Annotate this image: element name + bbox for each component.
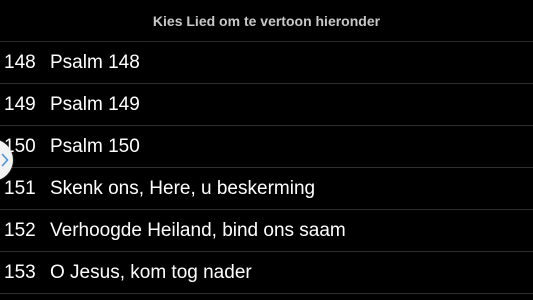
song-number: 153 bbox=[4, 261, 36, 283]
list-item[interactable]: 153 O Jesus, kom tog nader bbox=[0, 252, 533, 294]
header: Kies Lied om te vertoon hieronder bbox=[0, 0, 533, 42]
song-list-screen: Kies Lied om te vertoon hieronder 148 Ps… bbox=[0, 0, 533, 300]
song-number: 151 bbox=[4, 177, 36, 199]
song-title: O Jesus, kom tog nader bbox=[50, 261, 252, 283]
page-title: Kies Lied om te vertoon hieronder bbox=[152, 12, 381, 29]
list-item[interactable]: 152 Verhoogde Heiland, bind ons saam bbox=[0, 210, 533, 252]
list-item[interactable]: 149 Psalm 149 bbox=[0, 84, 533, 126]
song-title: Psalm 149 bbox=[50, 93, 140, 115]
song-title: Skenk ons, Here, u beskerming bbox=[50, 177, 316, 199]
song-list: 148 Psalm 148 149 Psalm 149 150 Psalm 15… bbox=[0, 42, 533, 294]
song-title: Psalm 148 bbox=[50, 51, 140, 73]
song-title: Psalm 150 bbox=[50, 135, 140, 157]
song-number: 148 bbox=[4, 51, 36, 73]
chevron-right-icon bbox=[1, 153, 9, 167]
list-item[interactable]: 151 Skenk ons, Here, u beskerming bbox=[0, 168, 533, 210]
list-item[interactable]: 150 Psalm 150 bbox=[0, 126, 533, 168]
song-number: 152 bbox=[4, 219, 36, 241]
song-title: Verhoogde Heiland, bind ons saam bbox=[50, 219, 346, 241]
list-item[interactable]: 148 Psalm 148 bbox=[0, 42, 533, 84]
song-number: 149 bbox=[4, 93, 36, 115]
